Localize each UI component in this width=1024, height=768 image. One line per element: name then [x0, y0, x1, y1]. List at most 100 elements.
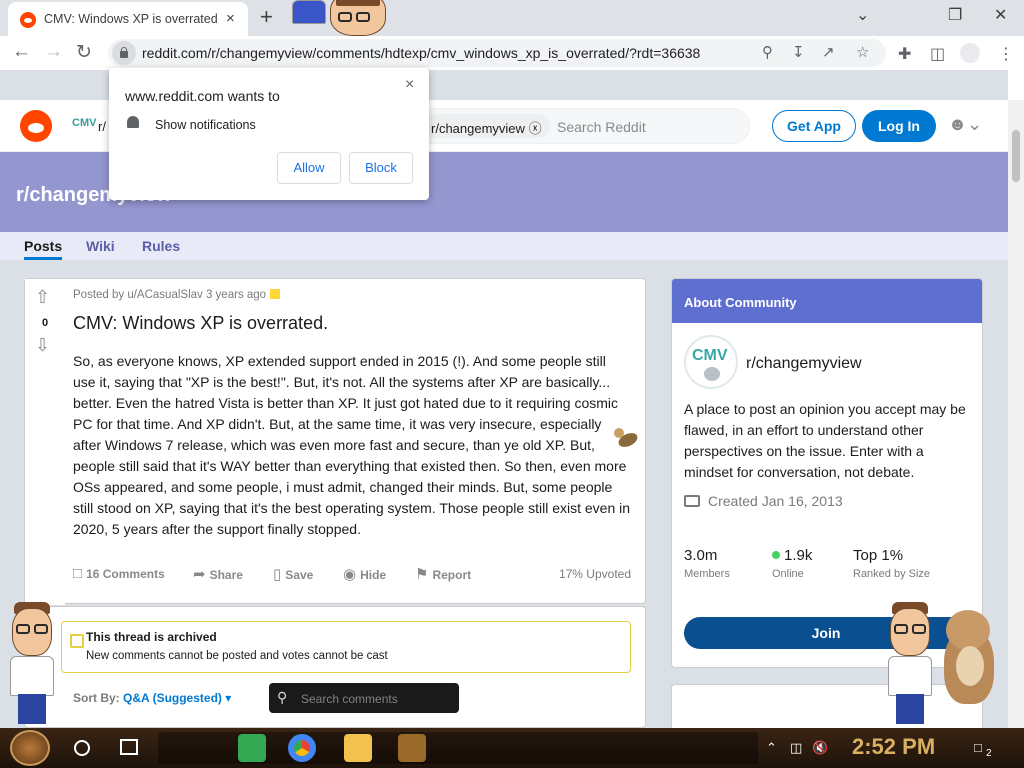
archived-lock-icon: [270, 289, 281, 299]
rank-label: Ranked by Size: [853, 568, 931, 580]
prompt-host: www.reddit.com wants to: [125, 88, 280, 104]
reddit-search-box[interactable]: r/changemyview ⓧ Search Reddit: [416, 108, 750, 144]
reddit-logo-icon[interactable]: [20, 110, 52, 142]
clear-scope-icon[interactable]: ⓧ: [529, 121, 542, 136]
downvote-arrow-icon[interactable]: ⇩: [35, 335, 50, 356]
browser-tab[interactable]: CMV: Windows XP is overrated ×: [8, 2, 248, 36]
cartoon-man-right-sticker: [882, 600, 938, 726]
address-bar[interactable]: reddit.com/r/changemyview/comments/hdtex…: [108, 39, 886, 67]
search-placeholder[interactable]: Search Reddit: [557, 119, 646, 135]
upvote-arrow-icon[interactable]: ⇧: [35, 287, 50, 308]
restore-button[interactable]: ❐: [948, 5, 962, 25]
post-actions: □ 16 Comments ➦ Share ▯ Save ◉ Hide ⚑ Report …: [73, 561, 639, 585]
file-explorer-icon[interactable]: [344, 734, 372, 762]
archived-title: This thread is archived: [86, 630, 217, 644]
cake-icon: [684, 495, 700, 507]
minimize-button[interactable]: ⌄: [856, 5, 869, 25]
search-icon[interactable]: ⚲: [762, 43, 773, 61]
comments-button[interactable]: □ 16 Comments: [73, 565, 165, 582]
post-author-line[interactable]: Posted by u/ACasualSlav 3 years ago: [73, 289, 266, 301]
comment-bubble-icon: □: [73, 565, 83, 582]
comment-search-input[interactable]: ⚲ Search comments: [269, 683, 459, 713]
post-title: CMV: Windows XP is overrated.: [73, 313, 329, 333]
side-panel-icon[interactable]: ◫: [930, 44, 945, 64]
tab-strip: CMV: Windows XP is overrated × + ⌄ ❐ ✕: [0, 0, 1024, 36]
volume-muted-icon[interactable]: 🔇: [812, 740, 828, 756]
cartoon-bug-sticker: [612, 426, 642, 456]
search-scope-label: r/changemyview: [431, 121, 525, 136]
community-name[interactable]: r/changemyview: [746, 355, 862, 373]
share-icon[interactable]: ↗: [822, 43, 835, 61]
cmv-community-icon[interactable]: CMV: [72, 117, 96, 129]
save-button[interactable]: ▯ Save: [273, 565, 313, 583]
flag-icon: ⚑: [415, 566, 429, 583]
created-date: Created Jan 16, 2013: [708, 493, 843, 509]
stat-online: 1.9k Online: [772, 547, 812, 580]
tab-rules[interactable]: Rules: [142, 238, 180, 254]
notification-center-icon[interactable]: □: [974, 740, 982, 755]
page-scrollbar[interactable]: [1008, 100, 1024, 728]
chrome-app-icon[interactable]: [288, 734, 316, 762]
back-arrow-icon[interactable]: ←: [12, 41, 31, 63]
taskbar-search-icon[interactable]: [74, 740, 90, 756]
comments-section: This thread is archived New comments can…: [24, 606, 646, 728]
extensions-icon[interactable]: ✚: [898, 44, 911, 64]
forward-arrow-icon[interactable]: →: [44, 41, 63, 63]
task-view-icon[interactable]: [120, 739, 138, 755]
members-label: Members: [684, 568, 730, 580]
share-arrow-icon: ➦: [193, 566, 206, 583]
install-icon[interactable]: ↧: [792, 43, 805, 61]
archive-box-icon: [70, 634, 84, 648]
lock-icon[interactable]: [112, 41, 136, 65]
network-icon[interactable]: ◫: [790, 740, 802, 756]
tab-posts[interactable]: Posts: [24, 238, 63, 260]
report-label: Report: [432, 568, 472, 582]
user-menu-icon[interactable]: ☻⌄: [948, 114, 982, 135]
profile-avatar-icon[interactable]: [960, 43, 980, 63]
rank-value: Top 1%: [853, 547, 904, 564]
notification-count: 2: [986, 748, 992, 759]
community-dropdown-label[interactable]: r/: [98, 119, 106, 134]
sort-label: Sort By:: [73, 691, 120, 705]
sort-value: Q&A (Suggested): [123, 691, 222, 705]
taskbar-clock[interactable]: 2:52 PM: [852, 734, 935, 760]
start-button-icon[interactable]: [10, 730, 50, 766]
url-text[interactable]: reddit.com/r/changemyview/comments/hdtex…: [142, 45, 700, 61]
search-icon: ⚲: [277, 689, 288, 705]
hamster-sticker: [936, 606, 1002, 708]
new-tab-button[interactable]: +: [260, 4, 273, 30]
cartoon-man-left-sticker: [4, 600, 60, 726]
reload-icon[interactable]: ↻: [76, 41, 92, 64]
notes-app-icon[interactable]: [238, 734, 266, 762]
block-button[interactable]: Block: [349, 152, 413, 184]
community-description: A place to post an opinion you accept ma…: [684, 401, 966, 480]
tab-close-icon[interactable]: ×: [226, 10, 235, 27]
close-window-button[interactable]: ✕: [994, 5, 1007, 25]
tray-expand-icon[interactable]: ⌃: [766, 740, 777, 756]
allow-button[interactable]: Allow: [277, 152, 341, 184]
menu-kebab-icon[interactable]: ⋮: [998, 44, 1014, 64]
comment-search-placeholder: Search comments: [301, 692, 398, 706]
about-header-title: About Community: [684, 295, 797, 310]
report-button[interactable]: ⚑ Report: [415, 565, 471, 583]
game-app-icon[interactable]: [398, 734, 426, 762]
scrollbar-thumb[interactable]: [1012, 130, 1020, 182]
tab-title: CMV: Windows XP is overrated: [44, 12, 218, 26]
share-label: Share: [209, 568, 243, 582]
tab-wiki[interactable]: Wiki: [86, 238, 115, 254]
post-meta: Posted by u/ACasualSlav 3 years ago: [73, 289, 281, 301]
share-button[interactable]: ➦ Share: [193, 565, 243, 583]
sort-by-dropdown[interactable]: Sort By: Q&A (Suggested) ▾: [73, 691, 231, 705]
archived-subtitle: New comments cannot be posted and votes …: [86, 650, 388, 662]
search-scope-chip[interactable]: r/changemyview ⓧ: [423, 114, 550, 138]
get-app-button[interactable]: Get App: [772, 110, 856, 142]
hide-button[interactable]: ◉ Hide: [343, 565, 386, 583]
prompt-message: Show notifications: [155, 118, 256, 132]
bookmark-star-icon[interactable]: ☆: [856, 43, 869, 61]
taskbar: ⌃ ◫ 🔇 2:52 PM □ 2: [0, 728, 1024, 768]
prompt-close-icon[interactable]: ×: [405, 76, 414, 94]
post-card: ⇧ 0 ⇩ Posted by u/ACasualSlav 3 years ag…: [24, 278, 646, 605]
vote-column: ⇧ 0 ⇩: [25, 279, 65, 605]
upvote-ratio: 17% Upvoted: [558, 567, 631, 581]
login-button[interactable]: Log In: [862, 110, 936, 142]
